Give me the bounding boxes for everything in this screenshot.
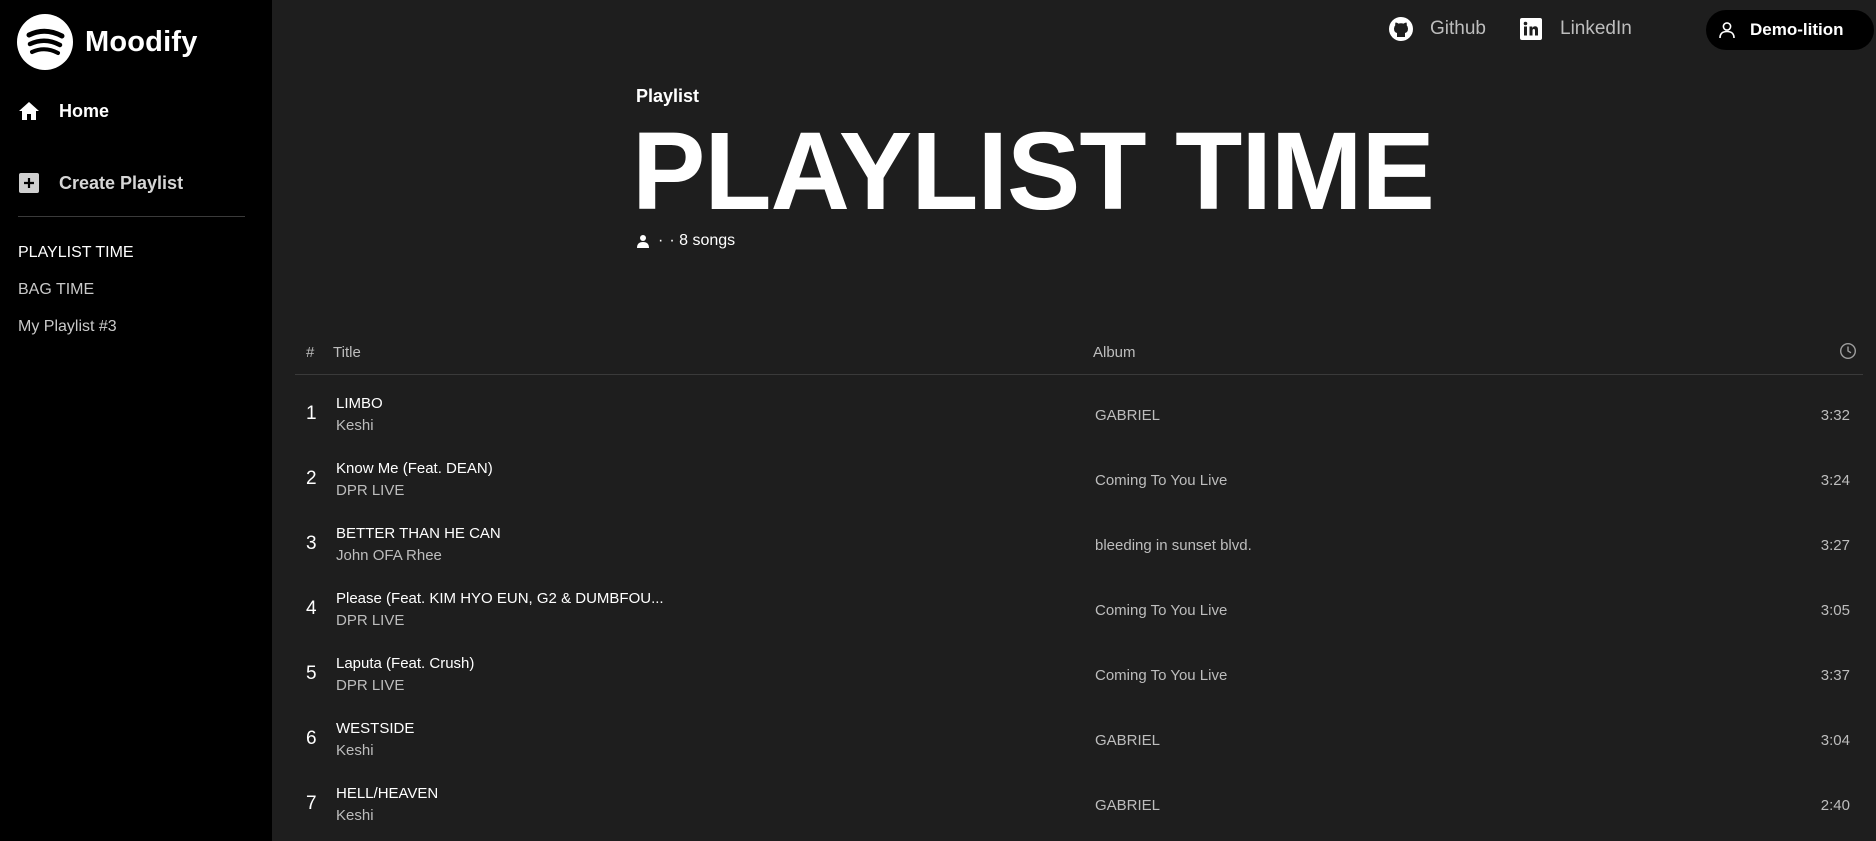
owner-avatar-icon: [636, 234, 650, 248]
track-title: HELL/HEAVEN: [336, 785, 439, 802]
song-count: · 8 songs: [669, 232, 736, 249]
tracklist: 1 LIMBO Keshi GABRIEL 3:32 2 Know Me (Fe…: [295, 383, 1863, 838]
sidebar-playlist-item[interactable]: My Playlist #3: [18, 318, 134, 355]
table-row[interactable]: 6 WESTSIDE Keshi GABRIEL 3:04: [295, 708, 1863, 773]
user-name: Demo-lition: [1750, 20, 1844, 39]
tracklist-header: # Title Album: [295, 342, 1863, 375]
track-title: Know Me (Feat. DEAN): [336, 460, 493, 477]
track-number: 1: [306, 403, 317, 424]
track-title: WESTSIDE: [336, 720, 415, 737]
track-number: 5: [306, 663, 317, 684]
track-artist[interactable]: DPR LIVE: [336, 612, 404, 629]
github-link[interactable]: Github: [1388, 16, 1486, 42]
track-title: BETTER THAN HE CAN: [336, 525, 501, 542]
table-row[interactable]: 4 Please (Feat. KIM HYO EUN, G2 & DUMBFO…: [295, 578, 1863, 643]
track-duration: 3:04: [1820, 732, 1850, 749]
linkedin-icon: [1518, 16, 1544, 42]
nav-home-label: Home: [59, 100, 110, 121]
github-icon: [1388, 16, 1414, 42]
nav-create-playlist-label: Create Playlist: [59, 172, 184, 193]
sidebar-playlist-item[interactable]: BAG TIME: [18, 281, 134, 318]
playlist-title: PLAYLIST TIME: [632, 110, 1435, 233]
header-number: #: [306, 344, 315, 361]
track-album[interactable]: bleeding in sunset blvd.: [1095, 537, 1252, 554]
linkedin-link[interactable]: LinkedIn: [1518, 16, 1632, 42]
track-duration: 3:27: [1820, 537, 1850, 554]
plus-square-icon: [17, 171, 41, 195]
moodify-logo-icon: [17, 14, 73, 70]
track-title: Please (Feat. KIM HYO EUN, G2 & DUMBFOU.…: [336, 590, 664, 607]
nav-home[interactable]: Home: [17, 99, 109, 123]
app-name: Moodify: [85, 25, 198, 58]
github-label: Github: [1430, 18, 1486, 39]
clock-icon: [1839, 342, 1857, 360]
track-number: 3: [306, 533, 317, 554]
playlist-meta: · · 8 songs: [636, 232, 735, 250]
track-duration: 3:32: [1820, 407, 1850, 424]
track-album[interactable]: Coming To You Live: [1095, 667, 1227, 684]
track-duration: 3:24: [1820, 472, 1850, 489]
track-album[interactable]: GABRIEL: [1095, 732, 1160, 749]
meta-dot: ·: [658, 232, 664, 249]
track-duration: 2:40: [1820, 797, 1850, 814]
track-artist[interactable]: Keshi: [336, 742, 374, 759]
track-number: 6: [306, 728, 317, 749]
track-title: Laputa (Feat. Crush): [336, 655, 475, 672]
track-number: 7: [306, 793, 317, 814]
user-icon: [1718, 21, 1736, 39]
table-row[interactable]: 1 LIMBO Keshi GABRIEL 3:32: [295, 383, 1863, 448]
table-row[interactable]: 3 BETTER THAN HE CAN John OFA Rhee bleed…: [295, 513, 1863, 578]
track-duration: 3:05: [1820, 602, 1850, 619]
user-menu-button[interactable]: Demo-lition: [1706, 10, 1874, 50]
table-row[interactable]: 7 HELL/HEAVEN Keshi GABRIEL 2:40: [295, 773, 1863, 838]
home-icon: [17, 99, 41, 123]
sidebar-playlist-item[interactable]: PLAYLIST TIME: [18, 244, 134, 281]
track-artist[interactable]: Keshi: [336, 807, 374, 824]
track-album[interactable]: Coming To You Live: [1095, 472, 1227, 489]
header-title: Title: [333, 344, 361, 361]
table-row[interactable]: 2 Know Me (Feat. DEAN) DPR LIVE Coming T…: [295, 448, 1863, 513]
app-logo[interactable]: Moodify: [17, 14, 198, 70]
header-album: Album: [1093, 344, 1136, 361]
track-artist[interactable]: John OFA Rhee: [336, 547, 442, 564]
track-duration: 3:37: [1820, 667, 1850, 684]
linkedin-label: LinkedIn: [1560, 18, 1632, 39]
sidebar: Moodify Home Create Playlist PLAYLIST TI…: [0, 0, 272, 841]
track-title: LIMBO: [336, 395, 383, 412]
track-number: 2: [306, 468, 317, 489]
playlist-type-label: Playlist: [636, 86, 700, 106]
sidebar-divider: [18, 216, 245, 217]
track-album[interactable]: GABRIEL: [1095, 797, 1160, 814]
track-artist[interactable]: DPR LIVE: [336, 482, 404, 499]
track-artist[interactable]: Keshi: [336, 417, 374, 434]
track-album[interactable]: Coming To You Live: [1095, 602, 1227, 619]
nav-create-playlist[interactable]: Create Playlist: [17, 171, 183, 195]
track-album[interactable]: GABRIEL: [1095, 407, 1160, 424]
track-number: 4: [306, 598, 317, 619]
table-row[interactable]: 5 Laputa (Feat. Crush) DPR LIVE Coming T…: [295, 643, 1863, 708]
track-artist[interactable]: DPR LIVE: [336, 677, 404, 694]
playlist-list: PLAYLIST TIME BAG TIME My Playlist #3: [18, 244, 134, 355]
